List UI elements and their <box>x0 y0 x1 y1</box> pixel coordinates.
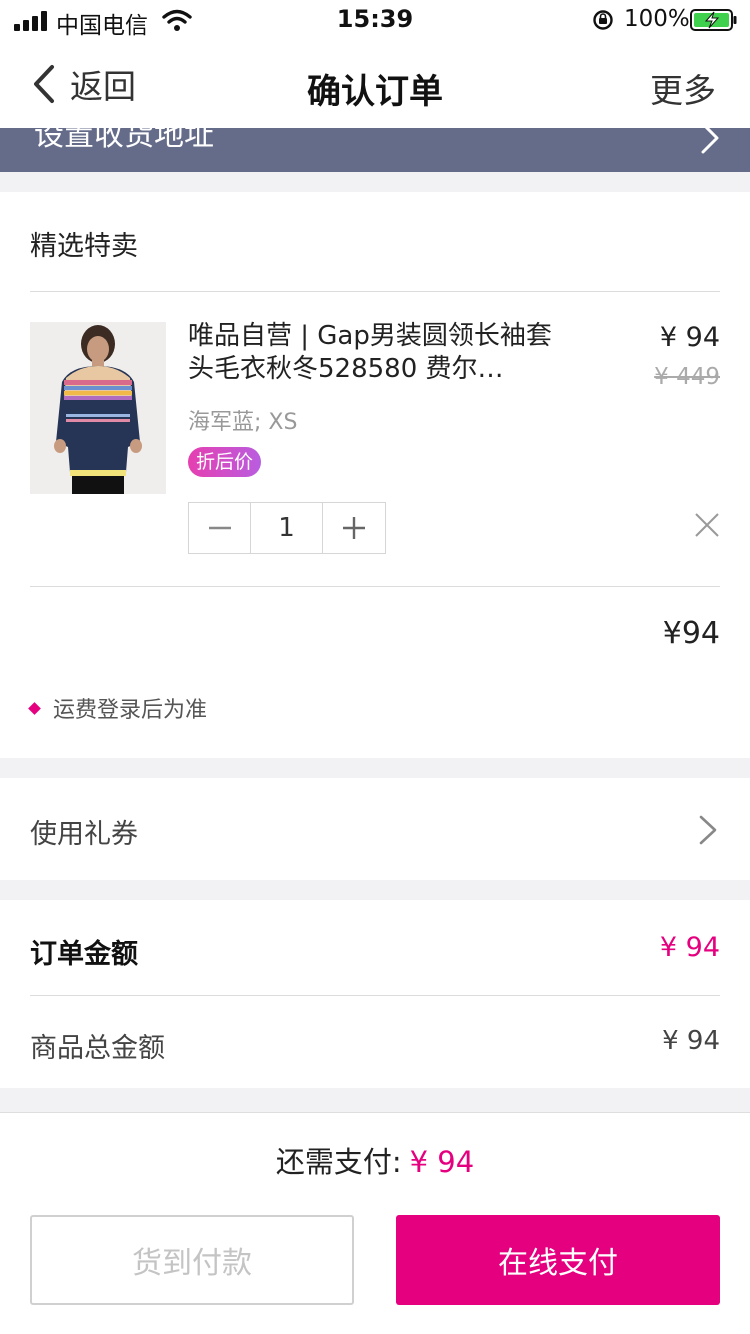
page-title: 确认订单 <box>307 72 443 112</box>
totals-section: 订单金额 ¥ 94 商品总金额 ¥ 94 <box>0 900 750 1088</box>
more-button[interactable]: 更多 <box>650 64 716 112</box>
close-icon[interactable] <box>694 512 720 538</box>
amount-due-label: 还需支付: <box>275 1145 402 1179</box>
coupon-label: 使用礼券 <box>30 819 138 850</box>
battery-charging-icon <box>690 9 737 31</box>
goods-total-value: ¥ 94 <box>662 1026 720 1056</box>
use-coupon-row[interactable]: 使用礼券 <box>0 778 750 880</box>
product-name[interactable]: 唯品自营 | Gap男装圆领长袖套头毛衣秋冬528580 费尔… <box>188 320 568 386</box>
diamond-bullet-icon <box>28 701 41 715</box>
discount-badge: 折后价 <box>188 447 262 477</box>
pay-online-button[interactable]: 在线支付 <box>396 1215 720 1305</box>
amount-due: 还需支付: ¥ 94 <box>0 1139 750 1181</box>
rotation-lock-icon <box>593 10 613 30</box>
nav-bar: 返回 确认订单 更多 <box>0 40 750 128</box>
cash-on-delivery-button[interactable]: 货到付款 <box>30 1215 354 1305</box>
product-section: 精选特卖 唯品自营 | Gap男装圆领长袖套头毛衣秋冬528580 费尔… ¥ … <box>0 192 750 758</box>
divider <box>30 586 720 587</box>
order-amount-row: 订单金额 ¥ 94 <box>30 932 720 971</box>
quantity-stepper: 1 <box>188 502 386 554</box>
order-amount-label: 订单金额 <box>30 939 138 970</box>
status-bar: 中国电信 15:39 100% <box>0 0 750 40</box>
amount-due-value: ¥ 94 <box>409 1145 475 1179</box>
quantity-value[interactable]: 1 <box>251 503 323 553</box>
divider <box>30 291 720 292</box>
shipping-note: 运费登录后为准 <box>28 692 208 724</box>
chevron-right-icon <box>701 128 719 154</box>
product-price: ¥ 94 <box>659 322 720 353</box>
battery-percent: 100% <box>624 6 690 32</box>
goods-total-label: 商品总金额 <box>30 1033 165 1064</box>
increase-button[interactable] <box>323 503 385 553</box>
shipping-note-text: 运费登录后为准 <box>53 698 208 723</box>
set-address-row[interactable]: 设置收货地址 <box>0 128 750 172</box>
plus-icon <box>343 517 365 539</box>
minus-icon <box>208 526 231 530</box>
sweater-model-image <box>30 322 166 494</box>
goods-total-row: 商品总金额 ¥ 94 <box>30 1026 720 1065</box>
divider <box>30 995 720 996</box>
product-sku: 海军蓝; XS <box>188 410 298 435</box>
order-amount-value: ¥ 94 <box>659 932 720 963</box>
decrease-button[interactable] <box>189 503 251 553</box>
payment-bar: 还需支付: ¥ 94 货到付款 在线支付 <box>0 1112 750 1334</box>
original-price: ¥ 449 <box>654 364 720 390</box>
set-address-label: 设置收货地址 <box>34 128 214 153</box>
section-title: 精选特卖 <box>30 231 138 262</box>
product-image[interactable] <box>30 322 166 494</box>
chevron-right-icon <box>699 815 717 845</box>
subtotal-value: ¥94 <box>662 616 720 651</box>
